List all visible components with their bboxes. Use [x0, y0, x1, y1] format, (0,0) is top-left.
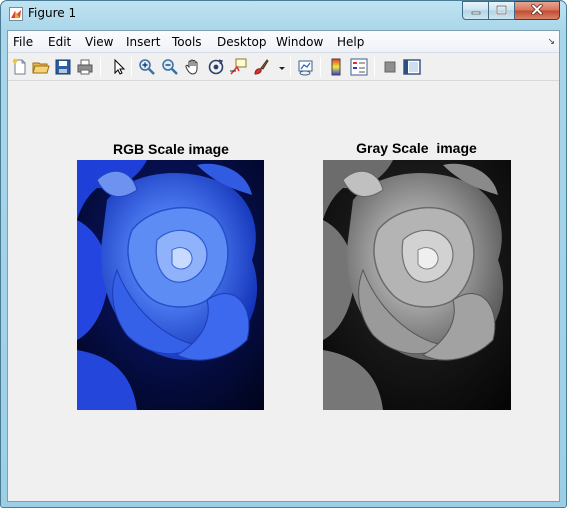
toolbar-separator — [320, 57, 321, 77]
menu-view[interactable]: View — [85, 35, 113, 49]
hide-plot-tools-icon[interactable] — [381, 58, 399, 76]
insert-colorbar-icon[interactable] — [327, 58, 345, 76]
link-plot-icon[interactable] — [297, 58, 315, 76]
minimize-button[interactable] — [462, 1, 489, 20]
insert-legend-icon[interactable] — [350, 58, 368, 76]
close-button[interactable] — [515, 1, 560, 20]
rgb-axes-title: RGB Scale image — [113, 141, 229, 157]
save-icon[interactable] — [54, 58, 72, 76]
blue-rose-photo — [77, 160, 264, 410]
minimize-icon — [471, 2, 481, 20]
menu-window[interactable]: Window — [276, 35, 323, 49]
title-bar[interactable]: Figure 1 — [1, 1, 566, 29]
menu-bar: File Edit View Insert Tools Desktop Wind… — [8, 31, 559, 53]
brush-dropdown-icon[interactable] — [273, 58, 285, 76]
zoom-out-icon[interactable] — [161, 58, 179, 76]
rotate-3d-icon[interactable] — [207, 58, 225, 76]
toolbar-separator — [131, 57, 132, 77]
menu-help[interactable]: Help — [337, 35, 364, 49]
open-file-icon[interactable] — [32, 58, 50, 76]
figure-toolbar — [8, 54, 559, 81]
gray-axes-title: Gray Scale image — [356, 140, 477, 156]
matlab-figure-icon — [9, 7, 23, 21]
dock-arrow-icon[interactable]: ↘ — [547, 36, 555, 47]
edit-plot-arrow-icon[interactable] — [109, 58, 127, 76]
toolbar-separator — [374, 57, 375, 77]
maximize-icon — [495, 2, 508, 20]
menu-desktop[interactable]: Desktop — [217, 35, 267, 49]
zoom-in-icon[interactable] — [138, 58, 156, 76]
maximize-button[interactable] — [489, 1, 515, 20]
print-icon[interactable] — [76, 58, 94, 76]
toolbar-separator — [100, 57, 101, 77]
brush-icon[interactable] — [252, 58, 270, 76]
new-figure-icon[interactable] — [11, 58, 29, 76]
grayscale-rose-photo — [323, 160, 511, 410]
menu-file[interactable]: File — [13, 35, 33, 49]
close-icon — [531, 2, 543, 20]
pan-hand-icon[interactable] — [184, 58, 202, 76]
menu-edit[interactable]: Edit — [48, 35, 71, 49]
window-title: Figure 1 — [28, 6, 77, 20]
menu-insert[interactable]: Insert — [126, 35, 160, 49]
menu-tools[interactable]: Tools — [172, 35, 202, 49]
show-plot-tools-icon[interactable] — [403, 58, 421, 76]
data-cursor-icon[interactable] — [229, 58, 247, 76]
toolbar-separator — [290, 57, 291, 77]
